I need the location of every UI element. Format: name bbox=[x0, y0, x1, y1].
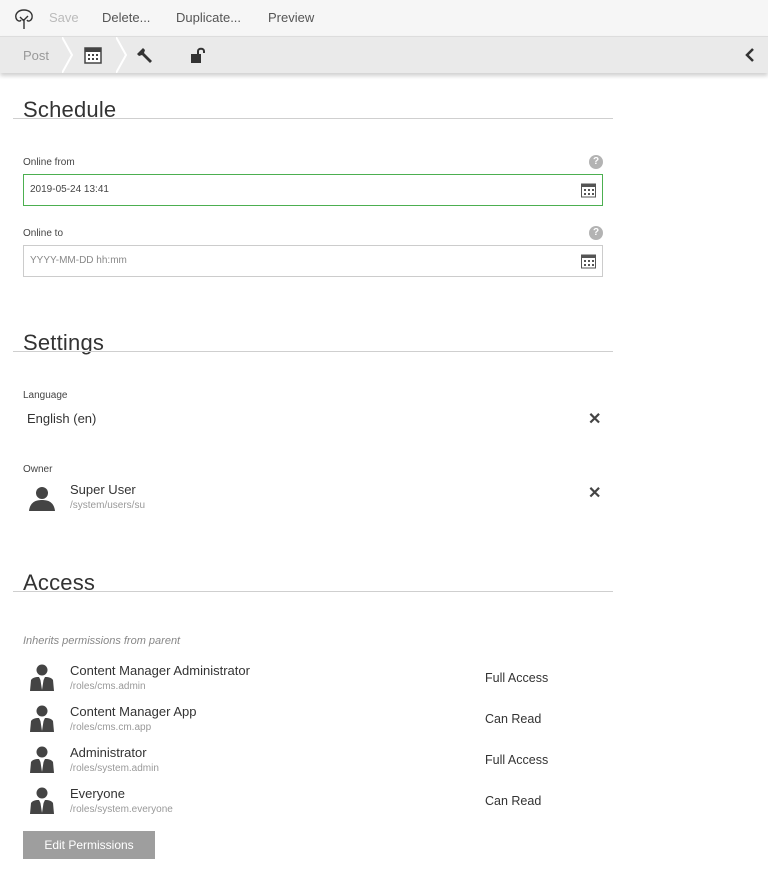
role-user-icon bbox=[30, 664, 54, 691]
role-access-level: Can Read bbox=[485, 712, 542, 726]
role-user-icon bbox=[30, 705, 54, 732]
role-path: /roles/system.everyone bbox=[70, 804, 173, 815]
divider bbox=[13, 118, 613, 119]
role-name: Administrator bbox=[70, 745, 147, 760]
role-user-icon bbox=[30, 787, 54, 814]
tab-bar: Post bbox=[0, 36, 768, 73]
online-to-field[interactable]: YYYY-MM-DD hh:mm bbox=[23, 245, 603, 277]
language-value[interactable]: English (en) bbox=[27, 411, 96, 426]
divider bbox=[13, 591, 613, 592]
role-path: /roles/system.admin bbox=[70, 763, 159, 774]
breadcrumb-separator-icon bbox=[116, 37, 128, 73]
divider bbox=[13, 351, 613, 352]
language-label: Language bbox=[23, 390, 68, 401]
access-heading: Access bbox=[23, 570, 96, 595]
role-access-level: Full Access bbox=[485, 753, 549, 767]
role-name: Content Manager Administrator bbox=[70, 663, 250, 678]
settings-heading: Settings bbox=[23, 330, 105, 355]
tree-logo-icon[interactable] bbox=[12, 7, 36, 31]
role-name: Content Manager App bbox=[70, 704, 197, 719]
role-path: /roles/cms.admin bbox=[70, 681, 146, 692]
online-to-help-icon[interactable]: ? bbox=[589, 226, 603, 240]
calendar-icon[interactable] bbox=[581, 183, 596, 198]
role-access-level: Can Read bbox=[485, 794, 542, 808]
online-from-label: Online from bbox=[23, 157, 75, 168]
online-from-field[interactable]: 2019-05-24 13:41 bbox=[23, 174, 603, 206]
collapse-panel-chevron-left-icon[interactable] bbox=[744, 47, 756, 63]
owner-label: Owner bbox=[23, 464, 53, 475]
role-name: Everyone bbox=[70, 786, 125, 801]
owner-name[interactable]: Super User bbox=[70, 482, 136, 497]
user-icon bbox=[29, 487, 55, 511]
breadcrumb-post-label: Post bbox=[23, 48, 50, 63]
online-from-help-icon[interactable]: ? bbox=[589, 155, 603, 169]
role-user-icon bbox=[30, 746, 54, 773]
online-to-label: Online to bbox=[23, 228, 64, 239]
clear-owner-close-icon[interactable]: ✕ bbox=[588, 483, 601, 503]
calendar-icon[interactable] bbox=[84, 46, 102, 64]
unlock-icon[interactable] bbox=[189, 46, 207, 64]
owner-path: /system/users/su bbox=[70, 500, 146, 511]
online-to-placeholder: YYYY-MM-DD hh:mm bbox=[30, 255, 127, 266]
role-access-level: Full Access bbox=[485, 671, 549, 685]
breadcrumb-post[interactable]: Post bbox=[0, 37, 70, 73]
save-button[interactable]: Save bbox=[49, 10, 79, 25]
preview-button[interactable]: Preview bbox=[268, 10, 314, 25]
inherits-note: Inherits permissions from parent bbox=[23, 635, 181, 647]
top-toolbar: Save Delete... Duplicate... Preview bbox=[0, 0, 768, 36]
clear-language-close-icon[interactable]: ✕ bbox=[588, 409, 601, 429]
edit-permissions-button[interactable]: Edit Permissions bbox=[23, 831, 155, 859]
breadcrumb-separator-icon bbox=[62, 37, 74, 73]
wrench-icon[interactable] bbox=[136, 46, 154, 64]
role-path: /roles/cms.cm.app bbox=[70, 722, 152, 733]
schedule-heading: Schedule bbox=[23, 97, 117, 122]
delete-button[interactable]: Delete... bbox=[102, 10, 150, 25]
calendar-icon[interactable] bbox=[581, 254, 596, 269]
duplicate-button[interactable]: Duplicate... bbox=[176, 10, 241, 25]
online-from-value: 2019-05-24 13:41 bbox=[30, 184, 109, 195]
